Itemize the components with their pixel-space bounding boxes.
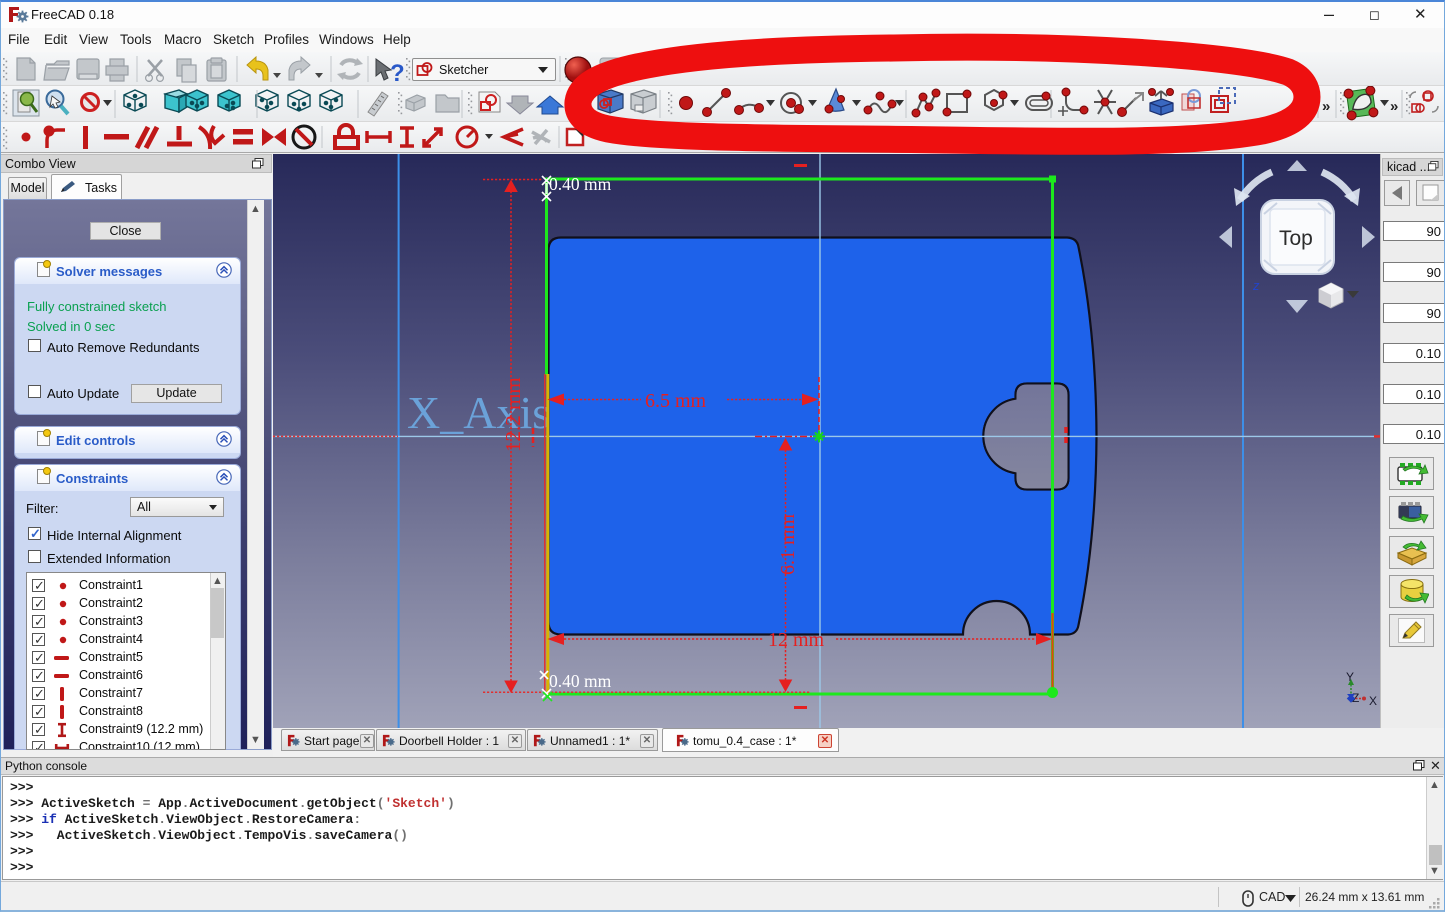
svg-text:?: ? — [390, 60, 405, 86]
svg-text:6.1 mm: 6.1 mm — [777, 513, 799, 575]
svg-text:6.5 mm: 6.5 mm — [645, 390, 707, 412]
svg-text:12.2 mm: 12.2 mm — [501, 377, 525, 452]
svg-text:X: X — [1369, 694, 1377, 708]
svg-text:»: » — [1322, 98, 1330, 115]
svg-text:»: » — [1390, 98, 1398, 115]
svg-text:X_Axis: X_Axis — [407, 387, 550, 438]
svg-text:z: z — [1252, 278, 1260, 293]
svg-text:0.40 mm: 0.40 mm — [549, 174, 612, 194]
svg-text:Top: Top — [1279, 227, 1313, 250]
svg-text:12 mm: 12 mm — [768, 629, 825, 651]
svg-text:0.40 mm: 0.40 mm — [549, 671, 612, 691]
